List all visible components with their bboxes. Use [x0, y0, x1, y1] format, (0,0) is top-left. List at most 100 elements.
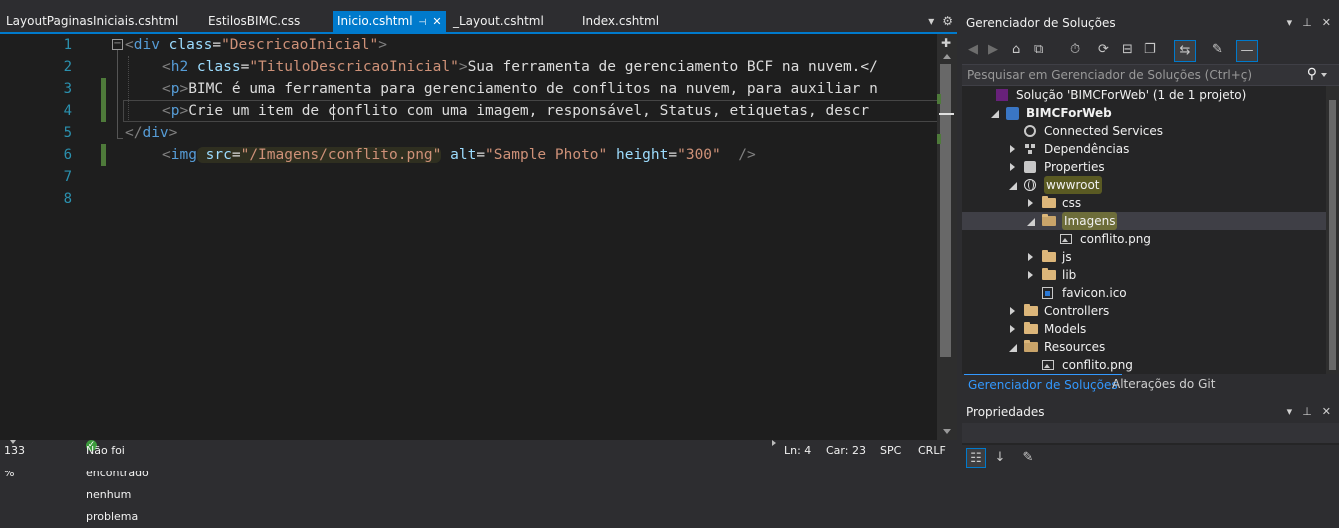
tree-item-label: Controllers	[1044, 304, 1110, 318]
refresh-icon[interactable]: ⟳	[1098, 42, 1109, 58]
chevron-down-icon[interactable]: ▾	[928, 14, 934, 28]
close-icon[interactable]: ✕	[1322, 16, 1331, 29]
tree-item[interactable]: wwwroot	[962, 176, 1326, 194]
tab-alteracoes-do-git[interactable]: Alterações do Git	[1108, 374, 1219, 394]
tab-layout[interactable]: _Layout.cshtml	[453, 11, 544, 32]
pin-icon[interactable]: ⊣	[419, 18, 427, 28]
chevron-right-icon[interactable]	[1026, 194, 1036, 212]
properties-object-selector[interactable]	[962, 423, 1339, 443]
gear-icon[interactable]: ⚙	[942, 14, 953, 28]
token: div	[133, 37, 160, 53]
chevron-expanded-icon[interactable]	[1008, 176, 1018, 194]
token: h2	[170, 59, 189, 75]
chevron-right-icon[interactable]	[1026, 248, 1036, 266]
show-all-files-icon[interactable]: ❐	[1144, 42, 1156, 58]
editor-vertical-scrollbar[interactable]: ✚	[937, 34, 957, 440]
pending-changes-filter-icon[interactable]: ⏱	[1070, 42, 1080, 58]
tree-item[interactable]: favicon.ico	[962, 284, 1326, 302]
home-icon[interactable]: ⌂	[1012, 42, 1020, 58]
pin-icon[interactable]: ⊥	[1302, 405, 1312, 418]
scrollbar-thumb[interactable]	[1329, 100, 1336, 370]
tree-item[interactable]: Imagens	[962, 212, 1326, 230]
solution-explorer: Gerenciador de Soluções ▾ ⊥ ✕ ◀ ▶ ⌂ ⧉ ⏱ ⟳ …	[962, 10, 1339, 394]
code-line-4: <p>Crie um item de conflito com uma imag…	[162, 100, 869, 122]
tree-item[interactable]: lib	[962, 266, 1326, 284]
solution-tree-scrollbar[interactable]	[1326, 86, 1339, 374]
chevron-right-icon[interactable]	[1008, 140, 1018, 158]
token: <	[162, 147, 171, 163]
search-input[interactable]: Pesquisar em Gerenciador de Soluções (Ct…	[967, 68, 1252, 82]
property-pages-icon[interactable]: ✎	[1018, 448, 1038, 468]
chevron-right-icon[interactable]	[1008, 302, 1018, 320]
tree-item[interactable]: css	[962, 194, 1326, 212]
highlighted-attribute: src="/Imagens/conflito.png"	[196, 147, 442, 163]
back-icon[interactable]: ◀	[968, 42, 978, 58]
issues-message: Não foi encontrado nenhum problema	[86, 444, 149, 523]
scroll-up-icon[interactable]	[943, 54, 951, 59]
tree-item-label: conflito.png	[1062, 358, 1133, 372]
tab-layoutpaginasiniciais[interactable]: LayoutPaginasIniciais.cshtml	[6, 11, 178, 32]
tree-item-label: Resources	[1044, 340, 1106, 354]
tree-item[interactable]: Controllers	[962, 302, 1326, 320]
preview-selected-icon[interactable]: —	[1236, 40, 1258, 62]
tree-item[interactable]: conflito.png	[962, 356, 1326, 374]
tree-item[interactable]: BIMCForWeb	[962, 104, 1326, 122]
token: />	[720, 147, 756, 163]
close-icon[interactable]: ✕	[432, 15, 441, 28]
collapse-all-icon[interactable]: ⊟	[1122, 42, 1133, 58]
editor-horizontal-scrollbar[interactable]	[0, 462, 957, 471]
tree-item[interactable]: conflito.png	[962, 230, 1326, 248]
forward-icon[interactable]: ▶	[988, 42, 998, 58]
tree-item-label: BIMCForWeb	[1026, 106, 1112, 120]
line-indicator[interactable]: Ln: 4	[784, 440, 811, 462]
tree-item[interactable]: Dependências	[962, 140, 1326, 158]
tree-item-label: Solução 'BIMCForWeb' (1 de 1 projeto)	[1016, 88, 1247, 102]
solution-search-box[interactable]: Pesquisar em Gerenciador de Soluções (Ct…	[962, 64, 1339, 86]
globe-icon	[1024, 179, 1036, 191]
scroll-down-icon[interactable]	[943, 429, 951, 434]
tree-item[interactable]: js	[962, 248, 1326, 266]
outline-guide	[117, 50, 118, 138]
tab-gerenciador-de-solucoes[interactable]: Gerenciador de Soluções	[964, 374, 1122, 395]
outline-guide-end	[117, 138, 123, 139]
token: img	[170, 147, 197, 163]
scrollbar-thumb[interactable]	[940, 64, 951, 357]
chevron-down-icon[interactable]	[1321, 73, 1327, 77]
split-window-icon[interactable]: ✚	[941, 36, 951, 50]
tab-index[interactable]: Index.cshtml	[582, 11, 659, 32]
search-icon[interactable]: ⚲	[1307, 66, 1317, 82]
solution-explorer-toolbar: ◀ ▶ ⌂ ⧉ ⏱ ⟳ ⊟ ❐ ⇆ ✎ —	[962, 36, 1339, 64]
tree-item-label: css	[1062, 196, 1082, 210]
line-ending-indicator[interactable]: CRLF	[918, 440, 946, 462]
chevron-right-icon[interactable]	[1008, 320, 1018, 338]
chevron-expanded-icon[interactable]	[990, 104, 1000, 122]
tab-estilosbimc[interactable]: EstilosBIMC.css	[208, 11, 300, 32]
properties-wrench-icon[interactable]: ✎	[1212, 42, 1223, 58]
pin-icon[interactable]: ⊥	[1302, 16, 1312, 29]
tree-item[interactable]: Models	[962, 320, 1326, 338]
tree-item[interactable]: Properties	[962, 158, 1326, 176]
tree-item-label: wwwroot	[1044, 176, 1102, 194]
tab-inicio[interactable]: Inicio.cshtml ⊣ ✕	[333, 11, 446, 32]
chevron-right-icon[interactable]	[1008, 158, 1018, 176]
chevron-expanded-icon[interactable]	[1026, 212, 1036, 230]
code-editor[interactable]: 1 2 3 4 5 6 7 8 − <div class="DescricaoI…	[0, 34, 937, 440]
spacing-indicator[interactable]: SPC	[880, 440, 901, 462]
alphabetical-icon[interactable]: ↓	[990, 448, 1010, 468]
categorized-icon[interactable]: ☷	[966, 448, 986, 468]
folder-open-icon	[1042, 214, 1056, 226]
close-icon[interactable]: ✕	[1322, 405, 1331, 418]
column-indicator[interactable]: Car: 23	[826, 440, 866, 462]
tree-item[interactable]: Solução 'BIMCForWeb' (1 de 1 projeto)	[962, 86, 1326, 104]
switch-views-icon[interactable]: ⧉	[1034, 42, 1043, 58]
line-number: 7	[63, 169, 72, 185]
chevron-down-icon[interactable]: ▾	[1287, 16, 1293, 29]
sync-active-document-icon[interactable]: ⇆	[1174, 40, 1196, 62]
collapse-toggle-icon[interactable]: −	[112, 39, 123, 50]
chevron-right-icon[interactable]	[1026, 266, 1036, 284]
token: alt	[441, 147, 477, 163]
tree-item[interactable]: Resources	[962, 338, 1326, 356]
chevron-expanded-icon[interactable]	[1008, 338, 1018, 356]
chevron-down-icon[interactable]: ▾	[1287, 405, 1293, 418]
tree-item[interactable]: Connected Services	[962, 122, 1326, 140]
